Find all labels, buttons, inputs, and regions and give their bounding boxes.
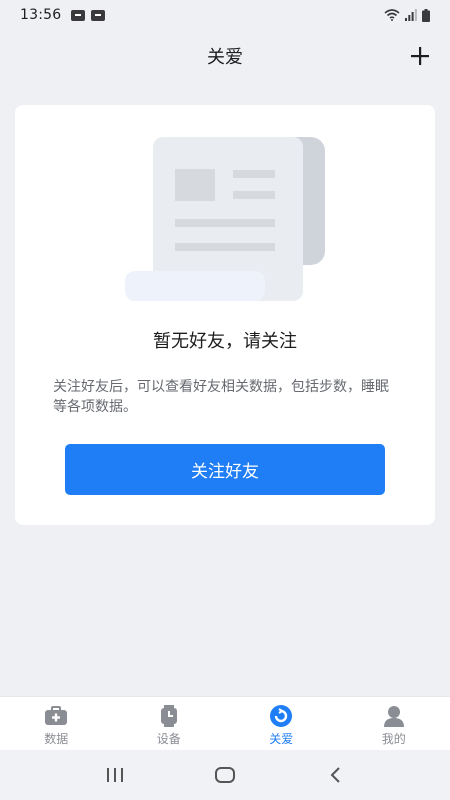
back-icon bbox=[330, 767, 340, 783]
back-button[interactable] bbox=[315, 755, 355, 795]
care-icon bbox=[268, 705, 294, 727]
watch-icon bbox=[156, 705, 182, 727]
medical-kit-icon bbox=[43, 705, 69, 727]
notification-icon bbox=[71, 9, 86, 21]
add-button[interactable] bbox=[406, 42, 434, 70]
tab-label: 关爱 bbox=[269, 732, 294, 746]
app-header: 关爱 bbox=[0, 30, 450, 82]
follow-friend-button[interactable]: 关注好友 bbox=[65, 444, 385, 495]
battery-icon bbox=[422, 8, 430, 22]
empty-state-title: 暂无好友，请关注 bbox=[153, 331, 297, 352]
plus-icon bbox=[411, 47, 429, 65]
empty-state-card: 暂无好友，请关注 关注好友后，可以查看好友相关数据，包括步数，睡眠等各项数据。 … bbox=[15, 105, 435, 525]
status-bar: 13:56 bbox=[0, 0, 450, 30]
recent-apps-icon bbox=[107, 768, 123, 782]
signal-icon bbox=[405, 9, 417, 21]
tab-data[interactable]: 数据 bbox=[0, 697, 113, 750]
empty-document-illustration bbox=[125, 137, 325, 301]
status-time: 13:56 bbox=[20, 7, 62, 23]
status-indicators bbox=[384, 8, 430, 22]
home-icon bbox=[215, 767, 235, 783]
system-nav-bar bbox=[0, 750, 450, 800]
page-title: 关爱 bbox=[207, 47, 243, 68]
wifi-icon bbox=[384, 9, 400, 21]
tab-mine[interactable]: 我的 bbox=[338, 697, 450, 750]
user-icon bbox=[381, 705, 407, 727]
bottom-tab-bar: 数据 设备 关爱 我的 bbox=[0, 696, 450, 750]
tab-care[interactable]: 关爱 bbox=[225, 697, 338, 750]
tab-device[interactable]: 设备 bbox=[113, 697, 226, 750]
notification-icon bbox=[91, 9, 106, 21]
notification-icons bbox=[71, 9, 106, 21]
tab-label: 我的 bbox=[381, 732, 406, 746]
tab-label: 设备 bbox=[156, 732, 181, 746]
empty-state-description: 关注好友后，可以查看好友相关数据，包括步数，睡眠等各项数据。 bbox=[53, 379, 389, 415]
home-button[interactable] bbox=[205, 755, 245, 795]
recent-apps-button[interactable] bbox=[95, 755, 135, 795]
tab-label: 数据 bbox=[44, 732, 69, 746]
